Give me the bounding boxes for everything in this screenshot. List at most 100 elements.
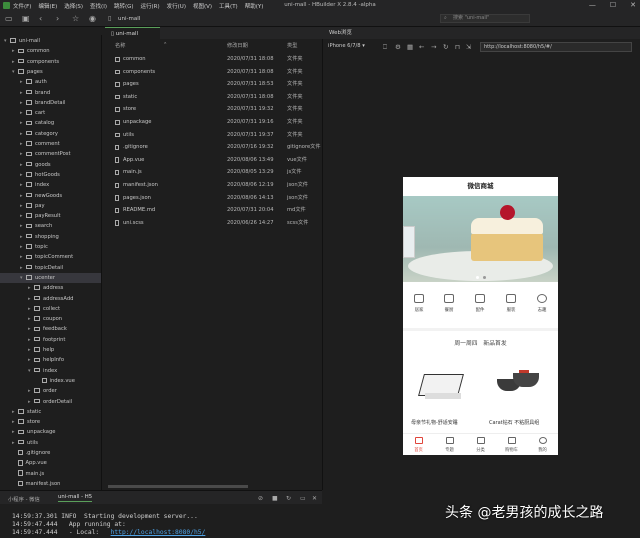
menu-view[interactable]: 视图(V) bbox=[193, 2, 212, 10]
maximize-panel-icon[interactable]: ▭ bbox=[300, 495, 306, 502]
section-title[interactable]: 新品首发 bbox=[483, 341, 506, 347]
tree-folder-item[interactable]: ▾ index bbox=[0, 366, 101, 376]
tree-file-item[interactable]: main.js bbox=[0, 469, 101, 479]
tree-folder-item[interactable]: ▸ collect bbox=[0, 304, 101, 314]
run-icon[interactable]: ◉ bbox=[89, 14, 96, 23]
category-item[interactable]: 志趣 bbox=[529, 289, 555, 313]
tab-category[interactable]: 分类 bbox=[465, 437, 496, 453]
console-tab-wechat[interactable]: 小程序 - 微信 bbox=[8, 495, 40, 503]
menu-select[interactable]: 选择(S) bbox=[64, 2, 83, 10]
tree-folder-item[interactable]: ▸ comment bbox=[0, 139, 101, 149]
tree-folder-item[interactable]: ▸ unpackage bbox=[0, 427, 101, 437]
settings-icon[interactable]: ⚙ bbox=[395, 43, 401, 51]
tree-folder-item[interactable]: ▸ catalog bbox=[0, 118, 101, 128]
file-row[interactable]: components 2020/07/31 18:08 文件夹 bbox=[105, 66, 323, 79]
tree-folder-item[interactable]: ▸ search bbox=[0, 221, 101, 231]
tree-folder-item[interactable]: ▸ help bbox=[0, 345, 101, 355]
tree-folder-item[interactable]: ▸ goods bbox=[0, 160, 101, 170]
tree-file-item[interactable]: manifest.json bbox=[0, 479, 101, 489]
breadcrumb[interactable]: uni-mall bbox=[118, 16, 140, 22]
category-item[interactable]: 餐厨 bbox=[436, 289, 462, 313]
tab-topic[interactable]: 专题 bbox=[434, 437, 465, 453]
refresh-icon[interactable]: ↻ bbox=[443, 43, 448, 51]
forward-arrow-icon[interactable]: › bbox=[56, 14, 59, 23]
banner-carousel[interactable] bbox=[403, 196, 558, 282]
tree-folder-item[interactable]: ▸ utils bbox=[0, 438, 101, 448]
menu-edit[interactable]: 编辑(E) bbox=[38, 2, 57, 10]
tree-folder-item[interactable]: ▸ shopping bbox=[0, 232, 101, 242]
tree-folder-item[interactable]: ▸ hotGoods bbox=[0, 170, 101, 180]
tree-folder-item[interactable]: ▸ brandDetail bbox=[0, 98, 101, 108]
column-name[interactable]: 名称 bbox=[115, 42, 125, 49]
tree-folder-item[interactable]: ▸ footprint bbox=[0, 335, 101, 345]
external-icon[interactable]: ⇲ bbox=[466, 43, 471, 51]
device-select[interactable]: iPhone 6/7/8 ▾ bbox=[328, 43, 365, 49]
tree-folder-item[interactable]: ▸ addressAdd bbox=[0, 294, 101, 304]
tree-folder-item[interactable]: ▸ brand bbox=[0, 88, 101, 98]
tree-folder-item[interactable]: ▸ topicDetail bbox=[0, 263, 101, 273]
restart-icon[interactable]: ↻ bbox=[286, 495, 291, 502]
file-row[interactable]: uni.scss 2020/06/26 14:27 scss文件 bbox=[105, 217, 323, 230]
back-arrow-icon[interactable]: ‹ bbox=[39, 14, 42, 23]
tab-web-browser[interactable]: Web浏览器 bbox=[323, 27, 363, 48]
file-row[interactable]: README.md 2020/07/31 20:04 md文件 bbox=[105, 204, 323, 217]
rotate-icon[interactable]: ⎕ bbox=[383, 43, 387, 52]
tree-folder-item[interactable]: ▸ address bbox=[0, 283, 101, 293]
tree-file-item[interactable]: .gitignore bbox=[0, 448, 101, 458]
tree-folder-item[interactable]: ▸ feedback bbox=[0, 324, 101, 334]
tree-folder-item[interactable]: ▸ common bbox=[0, 46, 101, 56]
maximize-button[interactable]: ☐ bbox=[610, 1, 616, 9]
tree-folder-item[interactable]: ▸ order bbox=[0, 386, 101, 396]
category-item[interactable]: 居家 bbox=[406, 289, 432, 313]
minimize-button[interactable]: — bbox=[589, 1, 596, 9]
tab-file-explorer[interactable]: ▯ uni-mall bbox=[105, 27, 160, 39]
url-input[interactable]: http://localhost:8080/h5/#/ bbox=[480, 42, 632, 52]
tree-folder-item[interactable]: ▸ pay bbox=[0, 201, 101, 211]
menu-run[interactable]: 运行(R) bbox=[141, 2, 160, 10]
clear-console-icon[interactable]: ⊘ bbox=[258, 495, 263, 502]
horizontal-scrollbar[interactable] bbox=[108, 485, 248, 488]
tree-folder-item[interactable]: ▸ components bbox=[0, 57, 101, 67]
file-row[interactable]: .gitignore 2020/07/16 19:32 gitignore文件 bbox=[105, 141, 323, 154]
tree-folder-item[interactable]: ▸ index bbox=[0, 180, 101, 190]
file-row[interactable]: pages.json 2020/08/06 14:13 json文件 bbox=[105, 192, 323, 205]
tree-folder-item[interactable]: ▸ helpInfo bbox=[0, 355, 101, 365]
menu-publish[interactable]: 发行(U) bbox=[167, 2, 186, 10]
tree-folder-item[interactable]: ▸ category bbox=[0, 129, 101, 139]
star-icon[interactable]: ☆ bbox=[72, 14, 79, 23]
new-file-icon[interactable]: ▭ bbox=[5, 14, 13, 23]
category-item[interactable]: 服装 bbox=[498, 289, 524, 313]
tree-file-item[interactable]: App.vue bbox=[0, 458, 101, 468]
tree-folder-item[interactable]: ▸ cart bbox=[0, 108, 101, 118]
tree-folder-item[interactable]: ▸ commentPost bbox=[0, 149, 101, 159]
file-row[interactable]: utils 2020/07/31 19:37 文件夹 bbox=[105, 129, 323, 142]
back-icon[interactable]: ← bbox=[419, 43, 424, 51]
menu-find[interactable]: 查找(I) bbox=[90, 2, 107, 10]
console-tab-h5[interactable]: uni-mall - H5 bbox=[58, 494, 93, 502]
tree-folder-item[interactable]: ▾ uni-mall bbox=[0, 36, 101, 46]
column-date[interactable]: 修改日期 bbox=[227, 42, 248, 49]
tab-cart[interactable]: 购物车 bbox=[496, 437, 527, 453]
close-panel-icon[interactable]: ✕ bbox=[312, 495, 317, 502]
file-row[interactable]: common 2020/07/31 18:08 文件夹 bbox=[105, 53, 323, 66]
product-card[interactable]: 母亲节礼物-舒适安睡 bbox=[411, 359, 471, 426]
tree-folder-item[interactable]: ▸ payResult bbox=[0, 211, 101, 221]
lock-icon[interactable]: ⊓ bbox=[455, 43, 460, 51]
tree-folder-item[interactable]: ▸ store bbox=[0, 417, 101, 427]
search-input[interactable]: ⌕ 搜索 "uni-mall" bbox=[440, 14, 530, 23]
tab-home[interactable]: 首页 bbox=[403, 437, 434, 453]
file-row[interactable]: unpackage 2020/07/31 19:16 文件夹 bbox=[105, 116, 323, 129]
tree-folder-item[interactable]: ▸ auth bbox=[0, 77, 101, 87]
tree-folder-item[interactable]: ▸ topicComment bbox=[0, 252, 101, 262]
menu-tools[interactable]: 工具(T) bbox=[219, 2, 238, 10]
tree-folder-item[interactable]: ▾ ucenter bbox=[0, 272, 101, 284]
file-row[interactable]: pages 2020/07/31 18:53 文件夹 bbox=[105, 78, 323, 91]
local-url-link[interactable]: http://localhost:8080/h5/ bbox=[111, 529, 206, 536]
tree-folder-item[interactable]: ▸ orderDetail bbox=[0, 397, 101, 407]
product-card[interactable]: Carat钻石 不粘厨具组 bbox=[489, 359, 549, 426]
tree-file-item[interactable]: index.vue bbox=[0, 376, 101, 386]
close-button[interactable]: ✕ bbox=[630, 1, 636, 9]
tree-folder-item[interactable]: ▸ coupon bbox=[0, 314, 101, 324]
forward-icon[interactable]: → bbox=[431, 43, 436, 51]
file-row[interactable]: App.vue 2020/08/06 13:49 vue文件 bbox=[105, 154, 323, 167]
